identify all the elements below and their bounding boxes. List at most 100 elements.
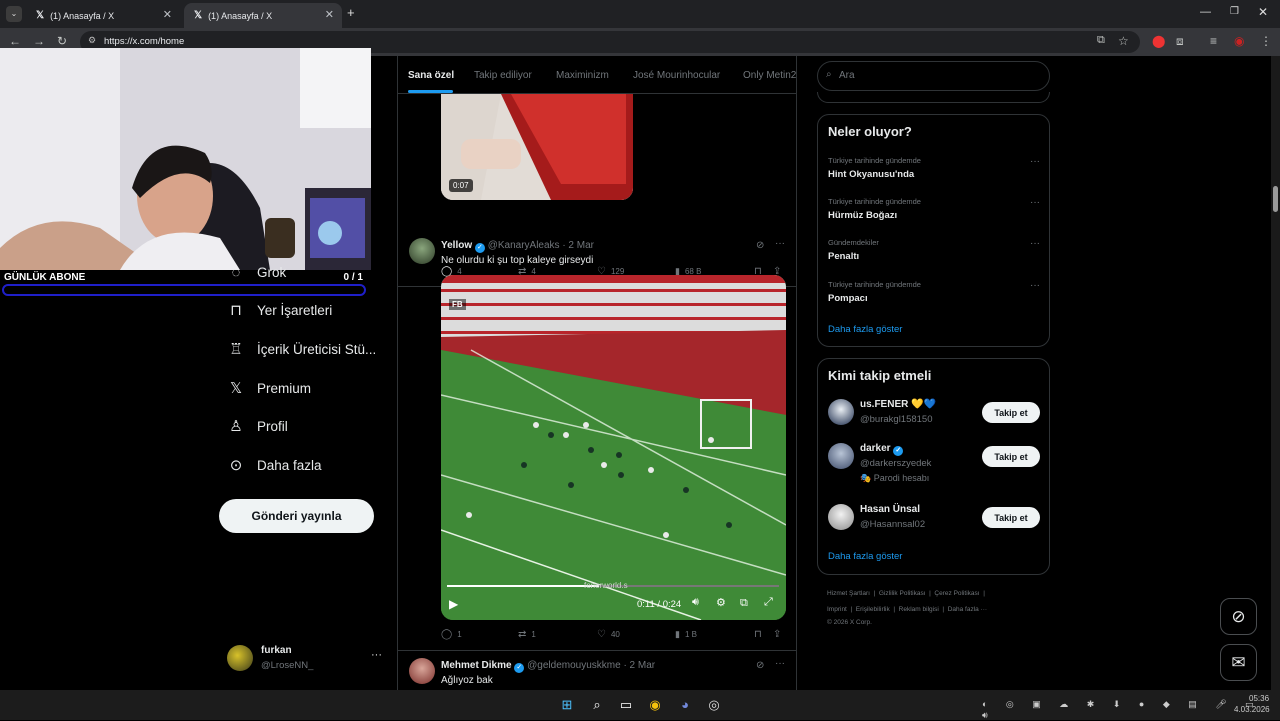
grok-icon[interactable]: ⊘ [756, 240, 764, 251]
clock-date[interactable]: 4.03.2026 [1234, 705, 1270, 714]
forward-icon[interactable]: → [33, 34, 45, 48]
post-button[interactable]: Gönderi yayınla [219, 499, 374, 533]
app-icon[interactable]: ◎ [705, 696, 723, 714]
fullscreen-icon[interactable]: ⤢ [764, 596, 773, 609]
grok-fab-button[interactable]: ⊘ [1220, 598, 1257, 635]
tab-maximinizm[interactable]: Maximinizm [556, 70, 609, 81]
more-dots-icon[interactable]: ··· [1030, 156, 1040, 167]
back-icon[interactable]: ← [9, 34, 21, 48]
share-button[interactable]: ⇪ [773, 629, 781, 640]
trend-context: Türkiye tarihinde gündemde [828, 156, 921, 165]
author-name[interactable]: Yellow [441, 240, 472, 251]
tab-only-metin2[interactable]: Only Metin2 [743, 70, 796, 81]
footer-link[interactable]: Reklam bilgisi [899, 606, 939, 613]
messages-fab-button[interactable]: ✉ [1220, 644, 1257, 681]
menu-kebab-icon[interactable]: ⋮ [1260, 34, 1272, 48]
trend-item[interactable]: Gündemdekiler Penaltı ··· [828, 238, 1040, 262]
tab-following[interactable]: Takip ediliyor [474, 70, 532, 81]
share-icon: ⇪ [773, 629, 782, 640]
author-name[interactable]: Mehmet Dikme [441, 660, 512, 671]
tweet-video[interactable]: FB fenerworld.s ▶ 0:11 / 0:24 🔊︎ ⚙ ⧉ ⤢ [441, 275, 786, 620]
close-tab-icon[interactable]: ✕ [163, 8, 172, 21]
windows-start-icon[interactable]: ⊞ [558, 696, 576, 714]
tab-search-button[interactable]: ⌄ [6, 6, 22, 22]
footer-link[interactable]: Daha fazla ··· [948, 606, 987, 613]
play-icon[interactable]: ▶ [449, 597, 458, 611]
tab-for-you[interactable]: Sana özel [408, 70, 454, 81]
follow-button[interactable]: Takip et [982, 446, 1040, 467]
new-tab-button[interactable]: + [347, 5, 355, 20]
task-view-icon[interactable]: ▭ [617, 696, 635, 714]
search-input[interactable]: ⌕ Ara [817, 61, 1050, 91]
repost-button[interactable]: ⇄ 1 [518, 629, 536, 640]
reload-icon[interactable]: ↻ [57, 34, 67, 48]
follow-suggestion[interactable]: us.FENER 💛💙 @burakgl158150 Takip et [828, 399, 1040, 439]
account-switcher[interactable]: furkan @LroseNN_ ··· [227, 643, 387, 675]
nav-item-premium[interactable]: 𝕏 Premium [227, 375, 311, 401]
extensions-icon[interactable]: ⧈ [1176, 34, 1184, 49]
more-dots-icon[interactable]: ··· [775, 658, 785, 669]
trend-item[interactable]: Türkiye tarihinde gündemde Hürmüz Boğazı… [828, 197, 1040, 221]
trend-item[interactable]: Türkiye tarihinde gündemde Hint Okyanusu… [828, 156, 1040, 180]
maximize-icon[interactable]: ❐ [1230, 6, 1239, 17]
close-tab-icon[interactable]: ✕ [325, 8, 334, 21]
minimize-icon[interactable]: — [1200, 6, 1211, 18]
more-dots-icon[interactable]: ··· [1030, 280, 1040, 291]
more-circle-icon: ⊙ [229, 457, 243, 474]
suggestion-name: us.FENER 💛💙 [860, 399, 937, 410]
search-icon[interactable]: ⌕ [588, 696, 606, 714]
x-logo-icon: 𝕏 [229, 380, 243, 397]
follow-suggestion[interactable]: Hasan Ünsal @Hasannsal02 Takip et [828, 504, 1040, 544]
author-handle[interactable]: @geldemouyuskkme [527, 660, 621, 671]
tweet-date[interactable]: · 2 Mar [562, 240, 594, 251]
nav-item-more[interactable]: ⊙ Daha fazla [227, 452, 322, 478]
volume-icon[interactable]: 🔊︎ [692, 596, 699, 609]
tab-jose-mourinhocular[interactable]: José Mourinhocular [633, 70, 720, 81]
more-dots-icon[interactable]: ··· [775, 238, 785, 249]
nav-item-profile[interactable]: ♙ Profil [227, 413, 288, 439]
close-window-icon[interactable]: ✕ [1258, 5, 1268, 19]
browser-tab-2[interactable]: 𝕏 (1) Anasayfa / X ✕ [184, 3, 342, 28]
tweet-video[interactable]: 0:07 [441, 94, 633, 200]
extension-red-icon[interactable]: ⬤ [1152, 34, 1165, 48]
follow-button[interactable]: Takip et [982, 507, 1040, 528]
site-info-icon[interactable]: ⚙ [88, 35, 96, 46]
page-scrollbar[interactable] [1271, 56, 1280, 690]
footer-link[interactable]: Hizmet Şartları [827, 590, 870, 597]
browser-tab-1[interactable]: 𝕏 (1) Anasayfa / X ✕ [26, 3, 180, 28]
tweet-date[interactable]: · 2 Mar [623, 660, 655, 671]
footer-link[interactable]: Gizlilik Politikası [879, 590, 926, 597]
tweet-text: Ne olurdu ki şu top kaleye girseydi [441, 255, 594, 266]
discord-icon[interactable]: ◕ [676, 696, 694, 714]
trend-item[interactable]: Türkiye tarihinde gündemde Pompacı ··· [828, 280, 1040, 304]
clock-time[interactable]: 05:36 [1249, 694, 1269, 703]
grok-icon[interactable]: ⊘ [756, 660, 764, 671]
footer-link[interactable]: Çerez Politikası [934, 590, 979, 597]
avatar[interactable] [409, 658, 435, 684]
reading-list-icon[interactable]: ≡ [1210, 34, 1217, 48]
avatar[interactable] [409, 238, 435, 264]
scrollbar-thumb[interactable] [1273, 186, 1278, 212]
profile-avatar-icon[interactable]: ◉ [1234, 34, 1244, 48]
views-button[interactable]: ▮ 1 B [675, 629, 697, 640]
nav-item-bookmarks[interactable]: ⊓ Yer İşaretleri [227, 297, 332, 323]
author-handle[interactable]: @KanaryAleaks [488, 240, 560, 251]
reply-button[interactable]: ◯ 1 [441, 629, 462, 640]
bookmark-button[interactable]: ⊓ [754, 629, 762, 640]
miniplayer-icon[interactable]: ⧉ [740, 597, 748, 610]
like-button[interactable]: ♡ 40 [597, 629, 620, 640]
footer-link[interactable]: Imprint [827, 606, 847, 613]
chrome-icon[interactable]: ◉ [646, 696, 664, 714]
more-dots-icon[interactable]: ··· [1030, 238, 1040, 249]
more-dots-icon[interactable]: ··· [1030, 197, 1040, 208]
footer-link[interactable]: Erişilebilirlik [856, 606, 890, 613]
show-more-link[interactable]: Daha fazla göster [828, 324, 902, 335]
more-dots-icon[interactable]: ··· [371, 649, 382, 661]
bookmark-star-icon[interactable]: ☆ [1118, 34, 1129, 48]
follow-button[interactable]: Takip et [982, 402, 1040, 423]
show-more-link[interactable]: Daha fazla göster [828, 551, 902, 562]
settings-gear-icon[interactable]: ⚙ [716, 596, 726, 609]
follow-suggestion[interactable]: darker ✓ @darkerszyedek 🎭 Parodi hesabı … [828, 443, 1040, 493]
install-app-icon[interactable]: ⧉ [1097, 34, 1105, 47]
nav-item-creator-studio[interactable]: ♖ İçerik Üreticisi Stü... [227, 336, 376, 362]
